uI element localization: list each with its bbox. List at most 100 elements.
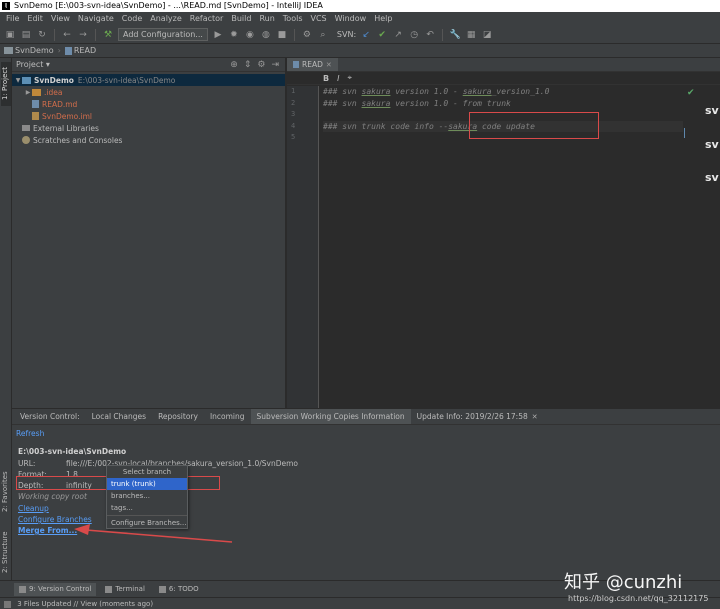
tab-favorites[interactable]: 2: Favorites [1,468,11,516]
breadcrumb-file[interactable]: READ [64,46,96,55]
code-text: sakura [361,87,391,96]
tab-version-control[interactable]: 9: Version Control [14,582,97,596]
line-number: 5 [291,133,296,141]
tree-row-root[interactable]: ▼ SvnDemo E:\003-svn-idea\SvnDemo [12,74,285,86]
branch-option-configure[interactable]: Configure Branches... [107,517,187,529]
tree-row-iml[interactable]: SvnDemo.iml [12,110,285,122]
version-control-tabs: Version Control: Local Changes Repositor… [12,409,720,425]
navigation-bar: SvnDemo › READ [0,44,720,58]
line-number: 4 [291,121,296,130]
tree-row-readme[interactable]: READ.md [12,98,285,110]
menu-analyze[interactable]: Analyze [146,12,186,26]
expand-arrow-icon[interactable]: ▼ [14,77,22,84]
menu-file[interactable]: File [2,12,23,26]
code-line-1[interactable]: ### svn sakura version 1.0 - sakura_vers… [323,86,683,98]
italic-button[interactable]: I [337,74,339,83]
root-path: E:\003-svn-idea\SvnDemo [77,75,176,85]
menu-edit[interactable]: Edit [23,12,47,26]
refresh-link[interactable]: Refresh [16,429,44,438]
menu-run[interactable]: Run [255,12,278,26]
debug-icon[interactable]: ✹ [228,29,240,41]
coverage-icon[interactable]: ◉ [244,29,256,41]
editor-tab-readme[interactable]: READ ✕ [287,58,338,71]
cleanup-link[interactable]: Cleanup [18,504,49,513]
breadcrumb-project[interactable]: SvnDemo [4,46,54,55]
tree-row-scratches[interactable]: Scratches and Consoles [12,134,285,146]
open-folder-icon[interactable]: ▣ [4,29,16,41]
todo-icon [158,585,166,593]
tab-repository[interactable]: Repository [152,409,204,424]
menu-window[interactable]: Window [331,12,371,26]
collapse-all-icon[interactable]: ⇕ [244,60,252,70]
svn-update-icon[interactable]: ↙ [360,29,372,41]
build-hammer-icon[interactable]: ⚒ [102,29,114,41]
save-icon[interactable]: ▤ [20,29,32,41]
tab-terminal[interactable]: Terminal [100,583,150,596]
stop-icon[interactable]: ■ [276,29,288,41]
hide-icon[interactable]: ⇥ [271,60,279,70]
menu-tools[interactable]: Tools [279,12,307,26]
svn-commit-icon[interactable]: ✔ [376,29,388,41]
ant-build-icon[interactable]: ⚙ [301,29,313,41]
menu-view[interactable]: View [47,12,74,26]
tab-project[interactable]: 1: Project [1,62,11,106]
tab-update-info[interactable]: Update Info: 2019/2/26 17:58 ✕ [411,409,544,424]
svn-revert-icon[interactable]: ↶ [424,29,436,41]
menu-refactor[interactable]: Refactor [186,12,228,26]
tab-working-copies[interactable]: Subversion Working Copies Information [250,409,411,424]
svn-compare-icon[interactable]: ↗ [392,29,404,41]
svn-label: SVN: [336,30,357,39]
menu-code[interactable]: Code [118,12,146,26]
tree-item-label: External Libraries [33,123,99,133]
menu-help[interactable]: Help [370,12,396,26]
tab-incoming[interactable]: Incoming [204,409,251,424]
collapse-arrow-icon[interactable]: ▶ [24,89,32,96]
editor-tab-bar: READ ✕ [287,58,720,72]
tab-structure[interactable]: 2: Structure [1,528,11,576]
locate-icon[interactable]: ⊕ [230,60,238,70]
menu-navigate[interactable]: Navigate [74,12,118,26]
code-text: sakura [462,87,492,96]
branch-option-branches[interactable]: branches... [107,490,187,502]
sync-icon[interactable]: ↻ [36,29,48,41]
library-icon [22,125,30,131]
wrench-icon[interactable]: 🔧 [449,29,461,41]
project-structure-icon[interactable]: ▦ [465,29,477,41]
status-message[interactable]: 3 Files Updated // View (moments ago) [17,600,153,608]
tab-label: 9: Version Control [29,585,92,593]
back-icon[interactable]: ← [61,29,73,41]
working-copy-path: E:\003-svn-idea\SvnDemo [18,447,127,456]
tab-local-changes[interactable]: Local Changes [86,409,152,424]
tab-todo[interactable]: 6: TODO [154,583,204,596]
add-configuration-button[interactable]: Add Configuration... [118,28,208,41]
watermark-url: https://blog.csdn.net/qq_32112175 [568,594,709,603]
select-branch-popup: Select branch trunk (trunk) branches... … [106,465,188,529]
intellij-app-icon: IJ [2,2,10,10]
run-icon[interactable]: ▶ [212,29,224,41]
menu-build[interactable]: Build [227,12,255,26]
code-line-2[interactable]: ### svn sakura version 1.0 - from trunk [323,98,683,110]
close-icon[interactable]: ✕ [532,413,538,421]
popup-title: Select branch [122,468,172,476]
branch-option-tags[interactable]: tags... [107,502,187,514]
configure-branches-link[interactable]: Configure Branches [18,515,92,524]
tree-row-idea[interactable]: ▶ .idea [12,86,285,98]
merge-from-link[interactable]: Merge From... [18,526,77,535]
scratches-icon [22,136,30,144]
menu-vcs[interactable]: VCS [307,12,331,26]
sdk-icon[interactable]: ◪ [481,29,493,41]
bold-button[interactable]: B [323,74,329,83]
gear-icon[interactable]: ⚙ [257,60,265,70]
editor-tab-label: READ [302,60,323,69]
branch-option-trunk[interactable]: trunk (trunk) [107,478,187,490]
forward-icon[interactable]: → [77,29,89,41]
search-icon[interactable]: ⌕ [317,29,329,41]
project-view-selector[interactable]: Project ▾ [16,60,50,69]
project-panel-icons: ⊕ ⇕ ⚙ ⇥ [230,60,285,70]
profile-icon[interactable]: ◍ [260,29,272,41]
svn-history-icon[interactable]: ◷ [408,29,420,41]
code-button[interactable]: ⌖ [347,73,352,83]
close-icon[interactable]: ✕ [326,61,332,69]
tree-row-external-libraries[interactable]: External Libraries [12,122,285,134]
preview-heading: sv [705,138,719,151]
